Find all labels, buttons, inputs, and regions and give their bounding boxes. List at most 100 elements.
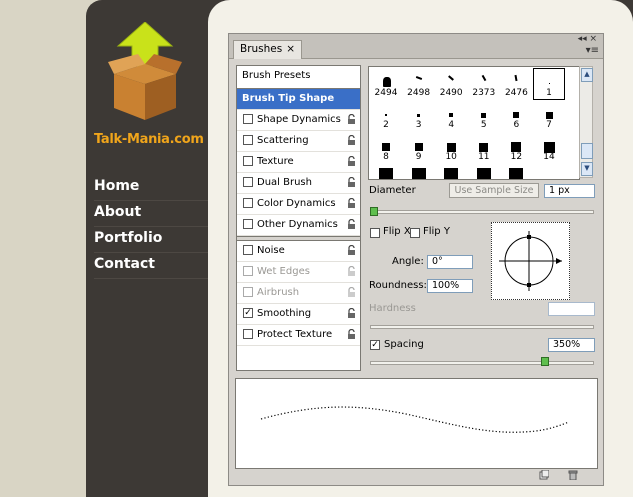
diameter-slider[interactable] (370, 210, 594, 214)
lock-icon[interactable] (347, 308, 356, 318)
lock-icon[interactable] (347, 329, 356, 339)
brush-preset-cell-partial[interactable] (370, 165, 402, 179)
option-checkbox[interactable] (243, 156, 253, 166)
brush-tip-icon (379, 168, 393, 179)
spacing-field[interactable]: 350% (548, 338, 595, 352)
panel-tab-bar: Brushes × ◂◂ × ▾≡ (229, 34, 603, 59)
angle-roundness-widget[interactable] (491, 222, 570, 300)
spacing-checkbox[interactable]: ✓ (370, 340, 380, 350)
brush-option-9[interactable]: Airbrush (237, 283, 360, 304)
brush-preset-size: 5 (480, 120, 487, 130)
use-sample-size-button[interactable]: Use Sample Size (449, 183, 539, 198)
brush-preset-cell[interactable]: 12 (500, 132, 532, 164)
option-checkbox[interactable]: ✓ (243, 308, 253, 318)
brush-presets-item[interactable]: Brush Presets (237, 66, 360, 89)
scroll-up-icon[interactable]: ▲ (581, 68, 593, 82)
option-label: Other Dynamics (257, 219, 338, 230)
lock-icon[interactable] (347, 156, 356, 166)
close-icon[interactable]: × (286, 43, 295, 55)
option-checkbox[interactable] (243, 245, 253, 255)
brush-option-8[interactable]: Wet Edges (237, 262, 360, 283)
brush-preset-cell[interactable]: 9 (403, 132, 435, 164)
brush-preset-cell[interactable]: 2476 (500, 68, 532, 100)
flip-y-checkbox[interactable] (410, 228, 420, 238)
brushes-panel: Brushes × ◂◂ × ▾≡ Brush Presets Brush Tip… (228, 33, 604, 486)
panel-menu-icon[interactable]: ▾≡ (586, 45, 599, 56)
brush-option-6[interactable]: Other Dynamics (237, 215, 360, 236)
brush-tip-icon (511, 142, 522, 152)
spacing-slider[interactable] (370, 361, 594, 365)
scroll-thumb[interactable] (581, 143, 593, 159)
brush-preset-cell-partial[interactable] (500, 165, 532, 179)
tab-brushes[interactable]: Brushes × (233, 40, 303, 59)
diameter-field[interactable]: 1 px (544, 184, 595, 198)
site-brand[interactable]: Talk-Mania.com (94, 132, 204, 147)
lock-icon[interactable] (347, 114, 356, 124)
option-checkbox[interactable] (243, 287, 253, 297)
brush-preset-cell[interactable]: 5 (468, 100, 500, 132)
brush-option-4[interactable]: Dual Brush (237, 173, 360, 194)
option-label: Wet Edges (257, 266, 310, 277)
brush-preset-cell[interactable]: 2490 (435, 68, 467, 100)
option-checkbox[interactable] (243, 219, 253, 229)
option-checkbox[interactable] (243, 177, 253, 187)
lock-icon[interactable] (347, 287, 356, 297)
flip-x-checkbox[interactable] (370, 228, 380, 238)
brush-preset-cell[interactable]: 2373 (468, 68, 500, 100)
option-checkbox[interactable] (243, 135, 253, 145)
lock-icon[interactable] (347, 177, 356, 187)
diameter-slider-knob[interactable] (370, 207, 378, 216)
nav-contact[interactable]: Contact (94, 254, 208, 279)
nav-home[interactable]: Home (94, 176, 208, 201)
option-checkbox[interactable] (243, 198, 253, 208)
brush-tip-icon (548, 82, 550, 84)
brush-preset-cell-partial[interactable] (533, 165, 565, 179)
collapse-icon[interactable]: ◂◂ × (578, 34, 597, 44)
brush-option-10[interactable]: ✓ Smoothing (237, 304, 360, 325)
lock-icon[interactable] (347, 266, 356, 276)
trash-icon[interactable] (568, 470, 578, 480)
roundness-field[interactable]: 100% (427, 279, 473, 293)
brush-option-5[interactable]: Color Dynamics (237, 194, 360, 215)
brush-preset-cell[interactable]: 2 (370, 100, 402, 132)
lock-icon[interactable] (347, 135, 356, 145)
nav-about[interactable]: About (94, 202, 208, 227)
scroll-down-icon[interactable]: ▼ (581, 162, 593, 176)
lock-icon[interactable] (347, 198, 356, 208)
option-checkbox[interactable] (243, 114, 253, 124)
brush-preset-cell[interactable]: 11 (468, 132, 500, 164)
new-preset-icon[interactable] (539, 470, 549, 480)
brush-option-7[interactable]: Noise (237, 241, 360, 262)
brush-option-11[interactable]: Protect Texture (237, 325, 360, 346)
preset-scrollbar[interactable]: ▲ ▼ (579, 66, 593, 178)
spacing-slider-knob[interactable] (541, 357, 550, 366)
brush-preset-cell-partial[interactable] (468, 165, 500, 179)
nav-portfolio[interactable]: Portfolio (94, 228, 208, 253)
brush-preset-cell[interactable]: 1 (533, 68, 565, 100)
brush-preset-cell[interactable]: 3 (403, 100, 435, 132)
brush-option-2[interactable]: Scattering (237, 131, 360, 152)
angle-field[interactable]: 0° (427, 255, 473, 269)
lock-icon[interactable] (347, 219, 356, 229)
hardness-field[interactable] (548, 302, 595, 316)
brush-preset-cell[interactable]: 10 (435, 132, 467, 164)
brush-option-3[interactable]: Texture (237, 152, 360, 173)
brush-preset-cell[interactable]: 7 (533, 100, 565, 132)
brush-preset-size: 2476 (504, 88, 528, 98)
brush-preset-cell-partial[interactable] (403, 165, 435, 179)
hardness-slider[interactable] (370, 325, 594, 329)
option-checkbox[interactable] (243, 266, 253, 276)
lock-icon[interactable] (347, 245, 356, 255)
brush-preset-cell-partial[interactable] (435, 165, 467, 179)
brush-preset-cell[interactable]: 2494 (370, 68, 402, 100)
option-checkbox[interactable] (243, 329, 253, 339)
brush-tip-icon (513, 112, 520, 118)
brush-option-0[interactable]: Brush Tip Shape (237, 89, 360, 110)
brush-option-1[interactable]: Shape Dynamics (237, 110, 360, 131)
brush-preset-cell[interactable]: 8 (370, 132, 402, 164)
brush-preset-cell[interactable]: 6 (500, 100, 532, 132)
brush-preset-cell[interactable]: 4 (435, 100, 467, 132)
flip-x-label: Flip X (383, 226, 411, 237)
brush-preset-cell[interactable]: 2498 (403, 68, 435, 100)
brush-preset-cell[interactable]: 14 (533, 132, 565, 164)
